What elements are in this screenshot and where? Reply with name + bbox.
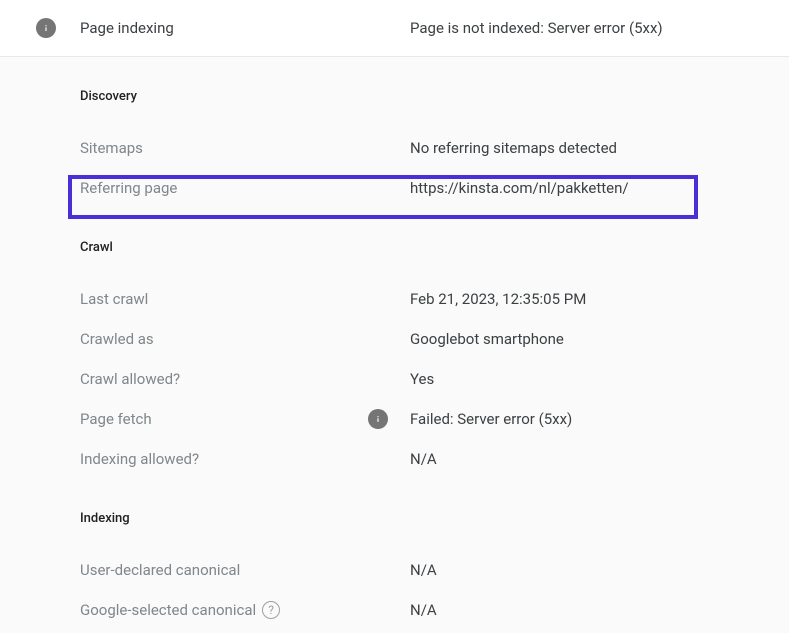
indexing-section: Indexing User-declared canonical N/A Goo… xyxy=(80,479,789,630)
crawled-as-value: Googlebot smartphone xyxy=(410,330,564,348)
indexing-allowed-value: N/A xyxy=(410,450,437,468)
google-canonical-row: Google-selected canonical ? N/A xyxy=(80,590,789,630)
crawl-allowed-label: Crawl allowed? xyxy=(80,370,410,388)
crawl-allowed-value: Yes xyxy=(410,370,434,388)
page-indexing-label: Page indexing xyxy=(80,19,410,37)
crawl-allowed-row: Crawl allowed? Yes xyxy=(80,359,789,399)
indexing-allowed-label: Indexing allowed? xyxy=(80,450,410,468)
user-canonical-value: N/A xyxy=(410,561,437,579)
user-canonical-row: User-declared canonical N/A xyxy=(80,550,789,590)
crawled-as-label: Crawled as xyxy=(80,330,410,348)
page-fetch-label: Page fetch xyxy=(80,409,410,429)
last-crawl-value: Feb 21, 2023, 12:35:05 PM xyxy=(410,290,586,308)
crawl-section: Crawl Last crawl Feb 21, 2023, 12:35:05 … xyxy=(80,208,789,479)
google-canonical-label-text: Google-selected canonical xyxy=(80,601,256,619)
info-icon xyxy=(36,18,56,38)
info-icon[interactable] xyxy=(368,409,388,429)
page-indexing-status: Page is not indexed: Server error (5xx) xyxy=(410,19,663,37)
referring-page-value: https://kinsta.com/nl/pakketten/ xyxy=(410,179,629,197)
indexing-allowed-row: Indexing allowed? N/A xyxy=(80,439,789,479)
page-fetch-label-text: Page fetch xyxy=(80,410,152,428)
referring-page-label: Referring page xyxy=(80,179,410,197)
page-fetch-value: Failed: Server error (5xx) xyxy=(410,410,572,428)
indexing-heading: Indexing xyxy=(80,511,789,526)
google-canonical-value: N/A xyxy=(410,601,437,619)
crawled-as-row: Crawled as Googlebot smartphone xyxy=(80,319,789,359)
user-canonical-label: User-declared canonical xyxy=(80,561,410,579)
referring-page-row: Referring page https://kinsta.com/nl/pak… xyxy=(80,168,789,208)
last-crawl-label: Last crawl xyxy=(80,290,410,308)
help-icon[interactable]: ? xyxy=(262,601,280,619)
sitemaps-label: Sitemaps xyxy=(80,139,410,157)
discovery-section: Discovery Sitemaps No referring sitemaps… xyxy=(80,57,789,208)
sitemaps-value: No referring sitemaps detected xyxy=(410,139,617,157)
page-indexing-header: Page indexing Page is not indexed: Serve… xyxy=(0,0,789,57)
last-crawl-row: Last crawl Feb 21, 2023, 12:35:05 PM xyxy=(80,279,789,319)
page-fetch-row: Page fetch Failed: Server error (5xx) xyxy=(80,399,789,439)
discovery-heading: Discovery xyxy=(80,89,789,104)
crawl-heading: Crawl xyxy=(80,240,789,255)
google-canonical-label: Google-selected canonical ? xyxy=(80,601,410,619)
sitemaps-row: Sitemaps No referring sitemaps detected xyxy=(80,128,789,168)
